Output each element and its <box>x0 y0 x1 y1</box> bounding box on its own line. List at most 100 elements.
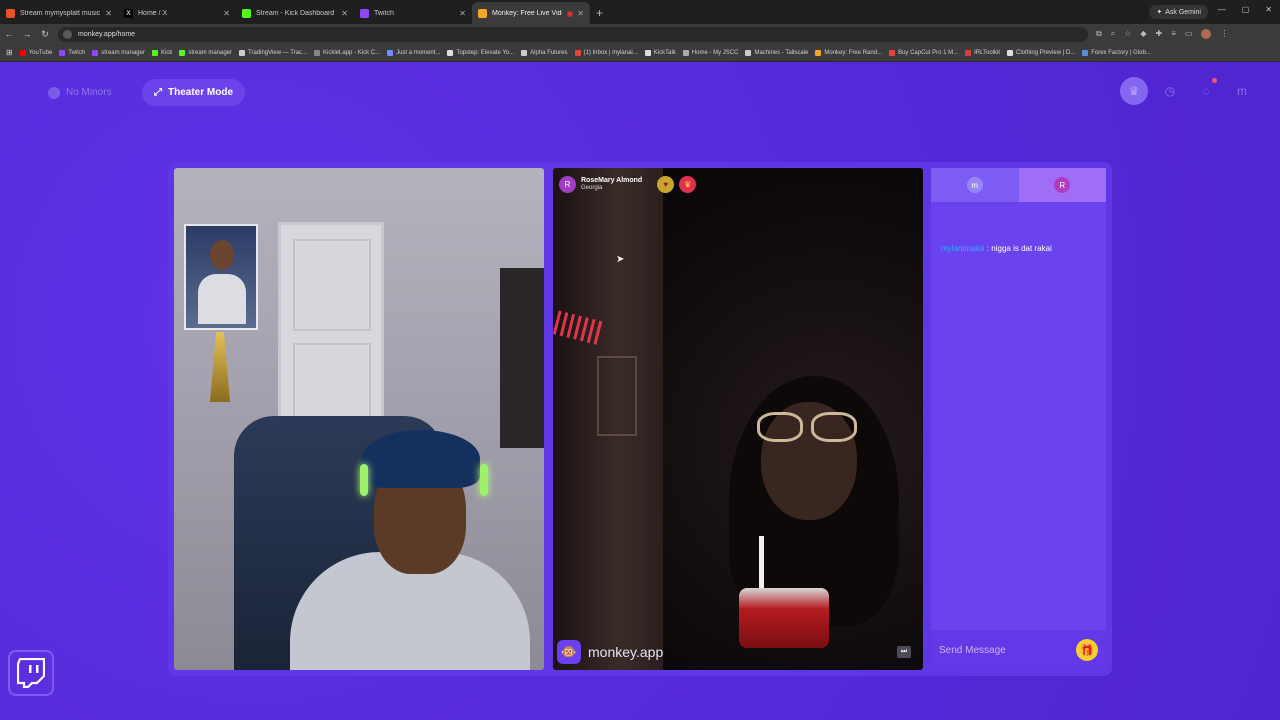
bookmark-label: Forex Factory | Glob... <box>1091 49 1151 56</box>
bookmark-item[interactable]: Topstep: Elevate Yo... <box>447 49 514 56</box>
bookmark-item[interactable]: IRLToolkit <box>965 49 1000 56</box>
bookmark-item[interactable]: KickTalk <box>644 49 676 56</box>
maximize-icon[interactable]: ▢ <box>1242 5 1250 14</box>
install-icon[interactable]: ⧉ <box>1096 29 1102 39</box>
gemini-icon: ✦ <box>1156 9 1163 16</box>
bookmark-item[interactable]: stream manager <box>92 49 145 56</box>
close-window-icon[interactable]: ✕ <box>1265 5 1272 14</box>
chat-tab-me[interactable]: m <box>931 168 1019 202</box>
bookmark-favicon <box>521 49 528 56</box>
chat-tab-partner[interactable]: R <box>1018 168 1106 202</box>
ask-gemini-button[interactable]: ✦ Ask Gemini <box>1149 5 1208 19</box>
browser-profile-avatar[interactable] <box>1201 29 1212 39</box>
bookmark-label: Kick <box>160 49 173 56</box>
bookmark-star-icon[interactable]: ☆ <box>1124 29 1131 39</box>
apps-grid-icon[interactable]: ⊞ <box>6 48 13 57</box>
tab-title: Twitch <box>374 9 394 17</box>
call-stage: R RoseMary Almond Georgia ♥ ♛ ➤ 🐵 monkey… <box>168 162 1112 676</box>
messages-button[interactable]: ◌ <box>1192 77 1220 105</box>
bookmark-item[interactable]: TradingView — Trac... <box>239 49 307 56</box>
bookmark-favicon <box>574 49 581 56</box>
bookmark-favicon <box>19 49 26 56</box>
back-icon[interactable]: ← <box>0 29 18 39</box>
zoom-icon[interactable]: ⌕ <box>1111 29 1115 39</box>
local-video <box>174 168 544 670</box>
crown-badge-icon[interactable]: ♛ <box>679 176 697 193</box>
forward-icon[interactable]: → <box>18 29 36 39</box>
close-tab-icon[interactable]: ✕ <box>577 9 584 18</box>
x-icon: X <box>124 8 133 18</box>
window-controls: — ▢ ✕ <box>1218 5 1272 14</box>
bookmark-label: Just a moment... <box>396 49 441 56</box>
theater-mode-button[interactable]: ⤢ Theater Mode <box>142 79 246 106</box>
address-bar: ← → ↻ monkey.app/home ⧉ ⌕ ☆ ◆ ✚ ≡ ▭ ⋮ <box>0 24 1280 44</box>
profile-button[interactable]: m <box>1228 77 1256 105</box>
bookmark-item[interactable]: Buy CapCut Pro 1 M... <box>889 49 958 56</box>
no-minors-toggle[interactable]: No Minors <box>36 79 124 106</box>
bookmark-favicon <box>314 49 321 56</box>
bookmark-item[interactable]: Kicklet.app - Kick C... <box>314 49 380 56</box>
tab-favicon <box>6 8 15 18</box>
bookmark-item[interactable]: YouTube <box>19 49 53 56</box>
bookmark-favicon <box>239 49 246 56</box>
media-icon[interactable]: ≡ <box>1171 29 1176 39</box>
bookmark-label: stream manager <box>101 49 145 56</box>
chat-bubble-icon: ◌ <box>1202 84 1210 98</box>
extension-icon[interactable]: ◆ <box>1140 29 1146 39</box>
monkey-logo-icon: 🐵 <box>557 640 581 664</box>
close-tab-icon[interactable]: ✕ <box>459 9 466 18</box>
remote-user-info: RoseMary Almond Georgia <box>581 177 642 192</box>
crown-button[interactable]: ♛ <box>1120 77 1148 105</box>
bookmark-item[interactable]: Monkey: Free Rand... <box>815 49 882 56</box>
extensions-puzzle-icon[interactable]: ✚ <box>1156 29 1163 39</box>
clock-icon: ◷ <box>1164 84 1176 98</box>
bookmark-label: Twitch <box>68 49 86 56</box>
browser-menu-icon[interactable]: ⋮ <box>1220 29 1228 39</box>
browser-tab-4[interactable]: Twitch ✕ <box>354 2 472 24</box>
bookmark-label: YouTube <box>28 49 53 56</box>
poster-shirt <box>198 274 246 324</box>
browser-tab-5-active[interactable]: Monkey: Free Live Video Ch ◉✕ <box>472 2 590 24</box>
sidepanel-icon[interactable]: ▭ <box>1185 29 1193 39</box>
bookmark-favicon <box>387 49 394 56</box>
browser-tab-3[interactable]: Stream - Kick Dashboard ✕ <box>236 2 354 24</box>
no-minors-label: No Minors <box>66 87 112 98</box>
reload-icon[interactable]: ↻ <box>36 29 54 40</box>
site-info-icon[interactable] <box>63 29 72 39</box>
no-minors-icon <box>48 86 60 99</box>
bookmark-item[interactable]: stream manager <box>179 49 233 56</box>
remote-user-location: Georgia <box>581 185 603 191</box>
message-separator: : <box>986 244 990 253</box>
bookmark-item[interactable]: Forex Factory | Glob... <box>1082 49 1151 56</box>
close-tab-icon[interactable]: ✕ <box>223 9 230 18</box>
scene-straw <box>759 536 764 596</box>
heart-badge-icon[interactable]: ♥ <box>657 176 675 193</box>
bookmark-favicon <box>889 49 896 56</box>
bookmark-item[interactable]: Clothing Preview | D... <box>1007 49 1076 56</box>
minimize-icon[interactable]: — <box>1218 5 1226 14</box>
url-field[interactable]: monkey.app/home <box>58 26 1088 42</box>
history-button[interactable]: ◷ <box>1156 77 1184 105</box>
bookmark-item[interactable]: Twitch <box>59 49 86 56</box>
bookmark-label: stream manager <box>188 49 233 56</box>
bookmark-item[interactable]: Kick <box>151 49 173 56</box>
send-message-input[interactable] <box>939 644 1076 656</box>
bookmark-item[interactable]: Alpha Futures <box>521 49 568 56</box>
bookmark-item[interactable]: Machines - Tailscale <box>745 49 808 56</box>
notification-dot <box>1212 78 1217 83</box>
top-right-actions: ♛ ◷ ◌ m <box>1120 77 1256 105</box>
close-tab-icon[interactable]: ✕ <box>341 9 348 18</box>
bookmark-item[interactable]: Home - My JSCC <box>682 49 738 56</box>
bookmark-item[interactable]: Just a moment... <box>387 49 441 56</box>
new-tab-icon[interactable]: + <box>596 2 603 24</box>
close-tab-icon[interactable]: ✕ <box>105 9 112 18</box>
bookmark-item[interactable]: (1) Inbox | mylanai... <box>574 49 638 56</box>
browser-tab-1[interactable]: Stream mymysplatt music | Lis ✕ <box>0 2 118 24</box>
bookmark-label: (1) Inbox | mylanai... <box>583 49 638 56</box>
gift-button[interactable]: 🎁 <box>1076 639 1098 661</box>
skip-button[interactable]: ⏭ <box>897 646 911 658</box>
bookmark-label: Clothing Preview | D... <box>1016 49 1076 56</box>
remote-user-header[interactable]: R RoseMary Almond Georgia ♥ ♛ <box>559 176 697 193</box>
scene-poster <box>184 224 258 330</box>
browser-tab-2[interactable]: X Home / X ✕ <box>118 2 236 24</box>
